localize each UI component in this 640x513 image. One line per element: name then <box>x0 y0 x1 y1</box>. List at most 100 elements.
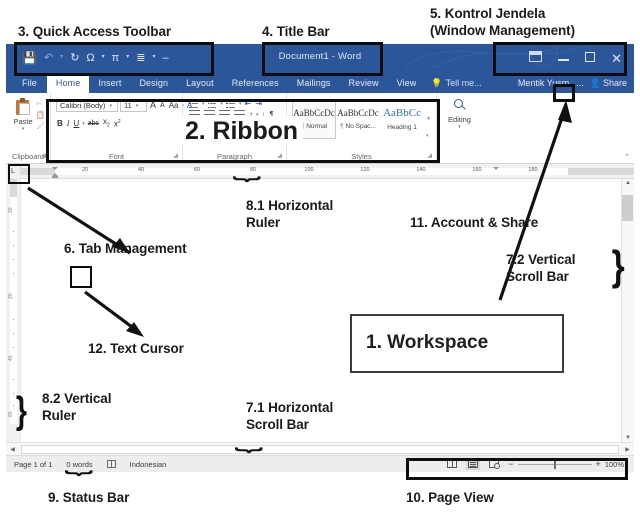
vruler-tick-40: 40 <box>8 355 14 361</box>
highlight-box-account-share <box>553 84 575 102</box>
paste-icon <box>14 98 32 116</box>
tell-me-label: Tell me... <box>445 78 482 88</box>
ruler-tick-80: 80 <box>249 166 257 173</box>
tell-me-search[interactable]: 💡 Tell me... <box>425 73 487 93</box>
annotation-account-share: 11. Account & Share <box>410 215 539 230</box>
annotation-ribbon: 2. Ribbon <box>180 116 303 146</box>
collapse-ribbon-icon[interactable]: ⌃ <box>624 153 630 161</box>
scroll-right-arrow-icon[interactable]: ▶ <box>621 446 634 453</box>
annotation-vertical-ruler-line1: 8.2 Vertical <box>42 391 112 406</box>
page-count-label[interactable]: Page 1 of 1 <box>14 460 52 469</box>
vruler-tick-20b: 20 <box>8 293 14 299</box>
word-count-label[interactable]: 0 words <box>66 460 92 469</box>
editing-label: Editing <box>448 115 471 124</box>
highlight-box-tab-selector <box>8 164 30 184</box>
cut-scissors-icon[interactable]: ✄ <box>36 100 45 108</box>
horizontal-scroll-thumb[interactable] <box>21 445 619 454</box>
vruler-tick-60: 60 <box>8 411 14 417</box>
horizontal-ruler[interactable]: L 20 40 60 80 100 120 140 160 180 <box>6 163 634 179</box>
brace-vertical-scroll-bar: } <box>611 242 625 289</box>
find-magnifier-icon <box>452 98 468 114</box>
annotation-horizontal-ruler-line1: 8.1 Horizontal <box>246 198 334 213</box>
annotation-title-bar: 4. Title Bar <box>262 24 330 39</box>
annotation-tab-management: 6. Tab Management <box>64 241 187 256</box>
editing-group-label <box>437 151 482 163</box>
clipboard-minor-commands: ✄ 📋 🖌 <box>36 98 45 130</box>
highlight-box-page-view <box>406 458 628 480</box>
annotation-page-view: 10. Page View <box>406 490 494 505</box>
ruler-tick-100: 100 <box>304 166 314 173</box>
tab-file[interactable]: File <box>12 73 47 93</box>
tab-references[interactable]: References <box>223 73 288 93</box>
ruler-tick-140: 140 <box>416 166 426 173</box>
annotation-horizontal-scroll-bar-line2: Scroll Bar <box>246 417 309 432</box>
share-label: Share <box>602 78 627 88</box>
vruler-tick-20: 20 <box>8 207 14 213</box>
scroll-down-arrow-icon[interactable]: ▼ <box>625 435 631 441</box>
clipboard-group-label-text: Clipboard <box>11 152 45 161</box>
brace-horizontal-scroll-bar: } <box>234 447 267 454</box>
scroll-up-arrow-icon[interactable]: ▲ <box>625 180 631 186</box>
ruler-right-margin <box>568 167 634 175</box>
vertical-scroll-bar[interactable]: ▲ ▼ <box>621 179 634 442</box>
highlight-box-title-bar <box>262 42 383 76</box>
annotation-workspace: 1. Workspace <box>366 332 489 353</box>
highlight-box-quick-access-toolbar <box>14 42 214 76</box>
share-person-icon: 👤 <box>589 77 601 88</box>
language-label[interactable]: Indonesian <box>130 460 167 469</box>
horizontal-ruler-track[interactable]: 20 40 60 80 100 120 140 160 180 <box>21 164 634 179</box>
ribbon-group-editing: Editing ▾ <box>436 93 482 163</box>
lightbulb-icon: 💡 <box>431 77 443 88</box>
horizontal-scroll-bar[interactable]: ◀ ▶ <box>6 442 634 455</box>
right-indent-marker[interactable] <box>493 166 499 170</box>
tab-mailings[interactable]: Mailings <box>288 73 340 93</box>
annotation-vertical-scroll-bar-line1: 7.2 Vertical <box>506 252 576 267</box>
status-bar-left: Page 1 of 1 0 words Indonesian <box>10 460 166 469</box>
annotation-quick-access-toolbar: 3. Quick Access Toolbar <box>18 24 172 39</box>
highlight-box-text-cursor <box>70 266 92 288</box>
ruler-tick-120: 120 <box>360 166 370 173</box>
ribbon-group-clipboard: Paste ▾ ✄ 📋 🖌 Clipboard ◢ <box>6 93 50 163</box>
brace-status-bar: } <box>64 470 97 477</box>
tab-review[interactable]: Review <box>340 73 388 93</box>
tab-insert[interactable]: Insert <box>89 73 130 93</box>
brace-horizontal-ruler: } <box>232 176 265 183</box>
annotation-horizontal-ruler-line2: Ruler <box>246 215 281 230</box>
paste-dropdown-icon[interactable]: ▾ <box>22 126 25 132</box>
paste-button[interactable]: Paste ▾ <box>11 98 35 132</box>
paste-label: Paste <box>13 117 33 126</box>
annotation-vertical-ruler-line2: Ruler <box>42 408 77 423</box>
annotation-text-cursor: 12. Text Cursor <box>88 341 184 356</box>
brace-vertical-ruler: } <box>15 390 27 432</box>
annotation-horizontal-scroll-bar-line1: 7.1 Horizontal <box>246 400 334 415</box>
vertical-scroll-thumb[interactable] <box>622 195 633 221</box>
annotation-window-controls-line2: (Window Management) <box>430 23 575 38</box>
ruler-tick-180: 180 <box>528 166 538 173</box>
format-painter-icon[interactable]: 🖌 <box>36 122 45 130</box>
account-more-icon[interactable]: ... <box>573 73 587 93</box>
annotation-window-controls-line1: 5. Kontrol Jendela <box>430 6 546 21</box>
left-indent-marker[interactable] <box>52 175 58 178</box>
tab-view[interactable]: View <box>388 73 426 93</box>
ruler-tick-40: 40 <box>137 166 145 173</box>
editing-dropdown-icon[interactable]: ▾ <box>458 124 461 130</box>
ruler-tick-20: 20 <box>81 166 89 173</box>
ribbon-tab-strip[interactable]: File Home Insert Design Layout Reference… <box>6 73 634 93</box>
annotation-status-bar: 9. Status Bar <box>48 490 130 505</box>
annotation-vertical-scroll-bar-line2: Scroll Bar <box>506 269 569 284</box>
screenshot-root: 💾 ↶ ▾ ↻ Ω ▾ π ▾ ≣ ▾ – Document1 - Word ✕ Fil… <box>0 0 640 513</box>
share-button[interactable]: 👤 Share <box>587 73 634 93</box>
scroll-left-arrow-icon[interactable]: ◀ <box>6 446 19 453</box>
first-line-indent-marker[interactable] <box>52 166 58 170</box>
tab-layout[interactable]: Layout <box>177 73 223 93</box>
tab-home[interactable]: Home <box>46 73 90 93</box>
ruler-tick-60: 60 <box>193 166 201 173</box>
editing-button[interactable]: Editing ▾ <box>442 98 477 130</box>
highlight-box-window-controls <box>493 42 627 76</box>
proofing-errors-icon[interactable] <box>106 460 116 468</box>
tab-design[interactable]: Design <box>130 73 177 93</box>
tab-strip-spacer <box>488 73 514 93</box>
ruler-tick-160: 160 <box>472 166 482 173</box>
copy-icon[interactable]: 📋 <box>36 111 45 119</box>
clipboard-group-label: Clipboard ◢ <box>6 151 50 163</box>
